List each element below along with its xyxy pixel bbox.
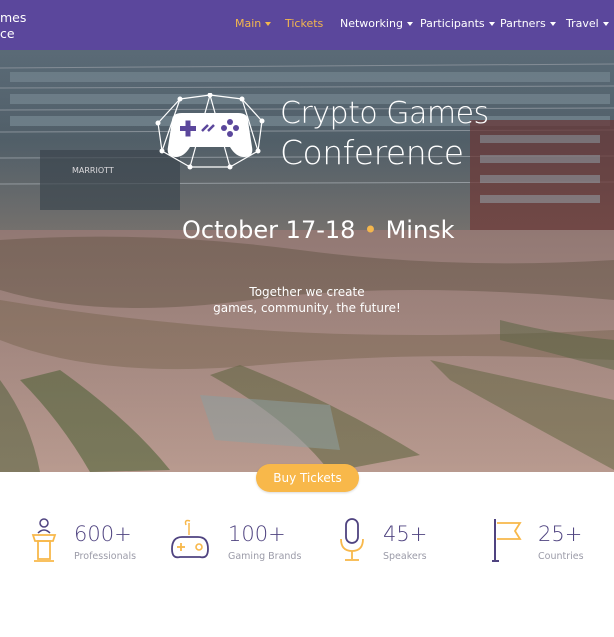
nav-main-label: Main [235,17,262,30]
tagline-line-1: Together we create [249,285,365,299]
tagline-line-2: games, community, the future! [213,301,401,315]
nav-travel[interactable]: Travel [566,17,609,30]
chevron-down-icon [265,22,272,26]
event-title-line-1: Crypto Games [280,96,489,131]
chevron-down-icon [406,22,413,26]
nav-participants[interactable]: Participants [420,17,495,30]
brand-line-1: mes [0,10,27,25]
nav-networking[interactable]: Networking [340,17,413,30]
flag-icon [492,519,522,562]
nav-participants-label: Participants [420,17,485,30]
nav-partners[interactable]: Partners [500,17,556,30]
event-city: Minsk [385,216,455,244]
nav-travel-label: Travel [566,17,599,30]
brand-line-2: ce [0,26,15,41]
stat-value: 100+ [228,522,286,546]
podium-speaker-icon [31,518,57,562]
microphone-icon [340,518,364,561]
event-title-line-2: Conference [280,133,464,172]
hero-tagline: Together we create games, community, the… [207,284,407,316]
top-navbar: mes ce Main Tickets Networking Participa… [0,0,614,50]
event-date-location: October 17-18 • Minsk [182,216,455,244]
page: MARRIOTT mes ce Main Tickets Networking … [0,0,614,637]
stat-value: 25+ [538,522,583,546]
event-date: October 17-18 [182,216,356,244]
stat-label: Countries [538,551,584,562]
buy-tickets-button[interactable]: Buy Tickets [256,464,359,492]
gamepad-icon [171,519,209,559]
stat-value: 45+ [383,522,428,546]
stat-gaming-brands: 100+ Gaming Brands [168,515,302,565]
stat-label: Professionals [74,551,137,562]
stat-label: Gaming Brands [228,551,302,562]
event-title: Crypto Games Conference [280,96,489,174]
stat-professionals: 600+ Professionals [28,515,148,565]
chevron-down-icon [549,22,556,26]
site-logo-text[interactable]: mes ce [0,10,26,42]
nav-tickets-label: Tickets [285,17,324,30]
nav-partners-label: Partners [500,17,546,30]
stat-label: Speakers [383,551,427,562]
nav-main[interactable]: Main [235,17,272,30]
separator-dot-icon: • [363,216,378,244]
nav-tickets[interactable]: Tickets [285,17,323,30]
nav-networking-label: Networking [340,17,403,30]
chevron-down-icon [488,22,495,26]
chevron-down-icon [602,22,609,26]
gamepad-network-logo-icon [155,93,265,170]
stat-countries: 25+ Countries [490,515,600,565]
stat-value: 600+ [74,522,132,546]
stat-speakers: 45+ Speakers [336,515,446,565]
